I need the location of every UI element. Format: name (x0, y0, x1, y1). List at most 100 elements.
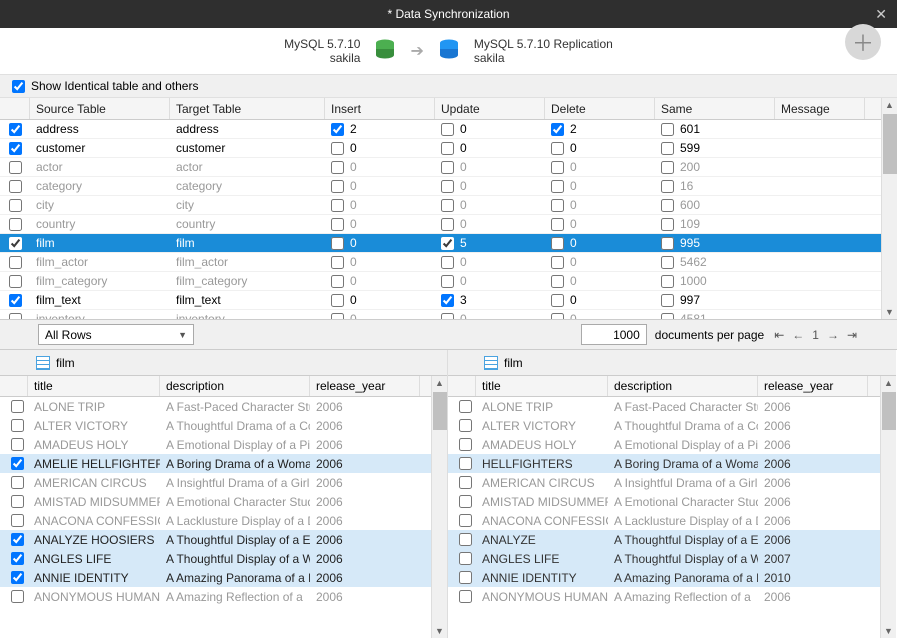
data-row[interactable]: ANACONA CONFESSIOA Lacklusture Display o… (0, 511, 447, 530)
data-row[interactable]: ANNIE IDENTITYA Amazing Panorama of a P2… (448, 568, 896, 587)
checkbox[interactable] (441, 218, 454, 231)
close-icon[interactable]: ✕ (875, 6, 887, 23)
checkbox[interactable] (331, 256, 344, 269)
checkbox[interactable] (459, 590, 472, 603)
col-title[interactable]: title (28, 376, 160, 396)
checkbox[interactable] (9, 180, 22, 193)
checkbox[interactable] (11, 457, 24, 470)
data-row[interactable]: ALONE TRIPA Fast-Paced Character Stud200… (0, 397, 447, 416)
checkbox[interactable] (11, 590, 24, 603)
next-page-icon[interactable]: → (825, 328, 841, 342)
data-row[interactable]: AMERICAN CIRCUSA Insightful Drama of a G… (0, 473, 447, 492)
checkbox[interactable] (441, 180, 454, 193)
checkbox[interactable] (551, 275, 564, 288)
col-description[interactable]: description (608, 376, 758, 396)
checkbox[interactable] (661, 180, 674, 193)
page-size-input[interactable] (581, 324, 647, 345)
data-row[interactable]: AMADEUS HOLYA Emotional Display of a Pic… (0, 435, 447, 454)
col-insert[interactable]: Insert (325, 98, 435, 119)
table-row[interactable]: countrycountry000109 (0, 215, 897, 234)
scroll-down-icon[interactable]: ▼ (882, 305, 897, 319)
checkbox[interactable] (551, 161, 564, 174)
checkbox[interactable] (441, 142, 454, 155)
checkbox[interactable] (459, 457, 472, 470)
checkbox[interactable] (331, 294, 344, 307)
checkbox[interactable] (9, 123, 22, 136)
table-row[interactable]: actoractor000200 (0, 158, 897, 177)
checkbox[interactable] (441, 275, 454, 288)
checkbox[interactable] (459, 533, 472, 546)
table-row[interactable]: inventoryinventory0004581 (0, 310, 897, 320)
checkbox[interactable] (441, 161, 454, 174)
checkbox[interactable] (661, 142, 674, 155)
scroll-thumb[interactable] (882, 392, 896, 430)
data-row[interactable]: AMADEUS HOLYA Emotional Display of a Pic… (448, 435, 896, 454)
checkbox[interactable] (459, 419, 472, 432)
table-row[interactable]: citycity000600 (0, 196, 897, 215)
vertical-scrollbar[interactable]: ▲ ▼ (880, 376, 896, 638)
data-row[interactable]: ANALYZE HOOSIERSA Thoughtful Display of … (0, 530, 447, 549)
checkbox[interactable] (9, 256, 22, 269)
checkbox[interactable] (551, 218, 564, 231)
checkbox[interactable] (661, 313, 674, 321)
checkbox[interactable] (11, 552, 24, 565)
checkbox[interactable] (459, 514, 472, 527)
add-button[interactable]: ＋ (845, 24, 881, 60)
checkbox[interactable] (11, 438, 24, 451)
filter-dropdown[interactable]: All Rows ▼ (38, 324, 194, 345)
col-title[interactable]: title (476, 376, 608, 396)
col-delete[interactable]: Delete (545, 98, 655, 119)
col-release-year[interactable]: release_year (758, 376, 868, 396)
table-row[interactable]: filmfilm050995 (0, 234, 897, 253)
checkbox[interactable] (11, 495, 24, 508)
data-row[interactable]: ALONE TRIPA Fast-Paced Character Stud200… (448, 397, 896, 416)
checkbox[interactable] (459, 495, 472, 508)
data-row[interactable]: AMISTAD MIDSUMMERA Emotional Character S… (448, 492, 896, 511)
vertical-scrollbar[interactable]: ▲ ▼ (431, 376, 447, 638)
scroll-thumb[interactable] (883, 114, 897, 174)
checkbox[interactable] (331, 161, 344, 174)
checkbox[interactable] (11, 419, 24, 432)
table-row[interactable]: film_categoryfilm_category0001000 (0, 272, 897, 291)
checkbox[interactable] (661, 123, 674, 136)
vertical-scrollbar[interactable]: ▲ ▼ (881, 98, 897, 319)
data-row[interactable]: ALTER VICTORYA Thoughtful Drama of a Cc2… (0, 416, 447, 435)
data-row[interactable]: AMERICAN CIRCUSA Insightful Drama of a G… (448, 473, 896, 492)
data-row[interactable]: HELLFIGHTERSA Boring Drama of a Woma2006 (448, 454, 896, 473)
col-source[interactable]: Source Table (30, 98, 170, 119)
checkbox[interactable] (331, 199, 344, 212)
table-row[interactable]: customercustomer000599 (0, 139, 897, 158)
col-same[interactable]: Same (655, 98, 775, 119)
checkbox[interactable] (9, 237, 22, 250)
checkbox[interactable] (441, 256, 454, 269)
checkbox[interactable] (551, 180, 564, 193)
table-row[interactable]: film_actorfilm_actor0005462 (0, 253, 897, 272)
checkbox[interactable] (331, 237, 344, 250)
checkbox[interactable] (441, 237, 454, 250)
col-message[interactable]: Message (775, 98, 865, 119)
checkbox[interactable] (551, 142, 564, 155)
checkbox[interactable] (459, 476, 472, 489)
checkbox[interactable] (661, 275, 674, 288)
checkbox[interactable] (9, 199, 22, 212)
col-target[interactable]: Target Table (170, 98, 325, 119)
checkbox[interactable] (11, 514, 24, 527)
checkbox[interactable] (331, 142, 344, 155)
checkbox[interactable] (11, 571, 24, 584)
checkbox[interactable] (551, 294, 564, 307)
checkbox[interactable] (11, 476, 24, 489)
checkbox[interactable] (9, 142, 22, 155)
checkbox[interactable] (459, 438, 472, 451)
data-row[interactable]: ALTER VICTORYA Thoughtful Drama of a Cc2… (448, 416, 896, 435)
show-identical-checkbox[interactable] (12, 80, 25, 93)
checkbox[interactable] (441, 199, 454, 212)
scroll-down-icon[interactable]: ▼ (881, 624, 896, 638)
table-row[interactable]: categorycategory00016 (0, 177, 897, 196)
scroll-down-icon[interactable]: ▼ (432, 624, 447, 638)
checkbox[interactable] (551, 256, 564, 269)
checkbox[interactable] (331, 275, 344, 288)
scroll-up-icon[interactable]: ▲ (432, 376, 447, 390)
checkbox[interactable] (459, 571, 472, 584)
checkbox[interactable] (441, 313, 454, 321)
scroll-up-icon[interactable]: ▲ (882, 98, 897, 112)
